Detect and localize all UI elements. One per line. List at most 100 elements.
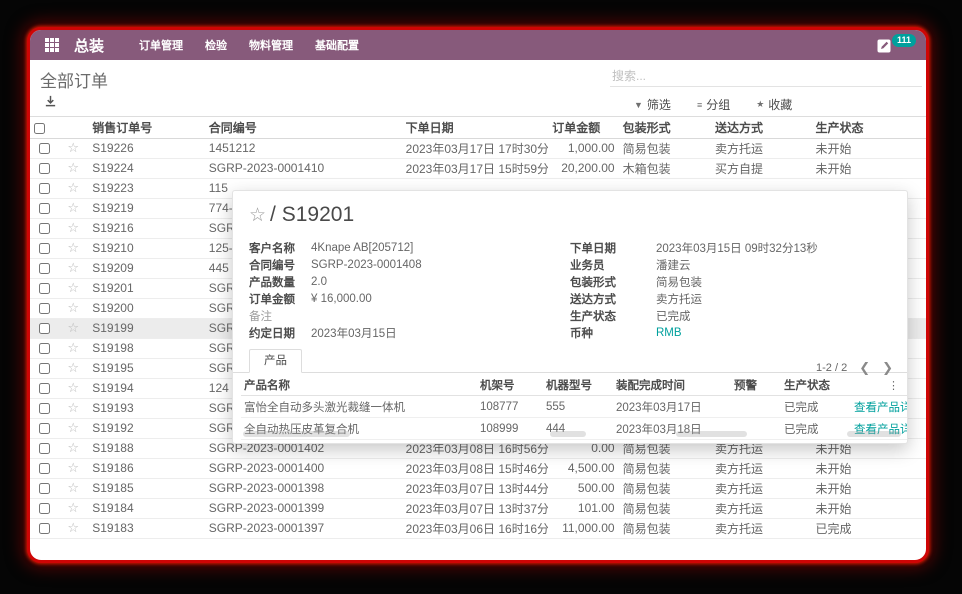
tab-products[interactable]: 产品 <box>249 349 302 373</box>
cell-order-number: S19216 <box>88 218 205 238</box>
cell-delivery: 卖方托运 <box>711 518 811 538</box>
favorite-star-icon[interactable]: ☆ <box>67 440 79 455</box>
favorite-star-icon[interactable]: ☆ <box>67 380 79 395</box>
row-checkbox[interactable] <box>39 323 50 334</box>
row-checkbox[interactable] <box>39 183 50 194</box>
table-row[interactable]: ☆S19183SGRP-2023-00013972023年03月06日 16时1… <box>30 518 926 538</box>
row-checkbox[interactable] <box>39 263 50 274</box>
favorite-star-icon[interactable]: ☆ <box>67 280 79 295</box>
nav-menu-1[interactable]: 检验 <box>196 33 236 57</box>
notification-badge[interactable]: 111 <box>892 34 916 47</box>
favorite-star-icon[interactable]: ☆ <box>67 500 79 515</box>
row-checkbox[interactable] <box>39 443 50 454</box>
group-by-button[interactable]: ≡ 分组 <box>697 96 730 113</box>
cell-packaging: 简易包装 <box>619 458 711 478</box>
nav-menu-3[interactable]: 基础配置 <box>306 33 368 57</box>
cell-rack-number: 108777 <box>477 396 543 418</box>
row-checkbox[interactable] <box>39 163 50 174</box>
view-product-detail-link[interactable]: 查看产品详情 <box>851 396 908 418</box>
favorite-star-icon[interactable]: ☆ <box>67 240 79 255</box>
col-header-status[interactable]: 生产状态 <box>811 117 926 138</box>
popup-field: 备注 <box>249 307 549 324</box>
cell-delivery: 卖方托运 <box>711 138 811 158</box>
favorite-star-icon[interactable]: ☆ <box>67 480 79 495</box>
row-checkbox[interactable] <box>39 143 50 154</box>
table-row[interactable]: ☆S19185SGRP-2023-00013982023年03月07日 13时4… <box>30 478 926 498</box>
row-checkbox[interactable] <box>39 423 50 434</box>
favorite-star-icon[interactable]: ☆ <box>67 220 79 235</box>
popup-field: 产品数量2.0 <box>249 273 549 290</box>
row-checkbox[interactable] <box>39 403 50 414</box>
favorite-star-icon[interactable]: ☆ <box>67 200 79 215</box>
field-value: 潘建云 <box>656 257 691 273</box>
favorite-star-icon[interactable]: ☆ <box>67 340 79 355</box>
search-input[interactable] <box>610 66 922 87</box>
cell-packaging: 简易包装 <box>619 518 711 538</box>
row-checkbox[interactable] <box>39 383 50 394</box>
col-header-amount[interactable]: 订单金额 <box>548 117 618 138</box>
field-value-link[interactable]: RMB <box>656 327 682 339</box>
row-checkbox[interactable] <box>39 463 50 474</box>
row-checkbox[interactable] <box>39 223 50 234</box>
row-star-cell: ☆ <box>58 518 88 538</box>
row-checkbox[interactable] <box>39 283 50 294</box>
favorite-star-icon[interactable]: ☆ <box>67 320 79 335</box>
table-row[interactable]: ☆S19186SGRP-2023-00014002023年03月08日 15时4… <box>30 458 926 478</box>
row-checkbox[interactable] <box>39 363 50 374</box>
row-checkbox[interactable] <box>39 503 50 514</box>
row-checkbox-cell <box>30 298 58 318</box>
favorite-star-icon[interactable]: ☆ <box>67 360 79 375</box>
col-header-warning: 预警 <box>731 375 781 396</box>
field-value: 2023年03月15日 <box>311 325 397 341</box>
table-row[interactable]: ☆S1922614512122023年03月17日 17时30分21秒1,000… <box>30 138 926 158</box>
col-header-contract-number[interactable]: 合同编号 <box>205 117 402 138</box>
row-checkbox[interactable] <box>39 483 50 494</box>
favorite-star-icon[interactable]: ☆ <box>249 204 266 227</box>
nav-menu-0[interactable]: 订单管理 <box>130 33 192 57</box>
row-checkbox[interactable] <box>39 343 50 354</box>
favorite-star-icon[interactable]: ☆ <box>67 300 79 315</box>
apps-grid-icon[interactable] <box>44 37 60 53</box>
favorite-star-icon[interactable]: ☆ <box>67 260 79 275</box>
field-label: 生产状态 <box>570 308 656 324</box>
col-header-order-date[interactable]: 下单日期 <box>402 117 549 138</box>
favorites-button[interactable]: ★ 收藏 <box>756 96 792 113</box>
messages-icon[interactable] <box>877 39 891 53</box>
row-checkbox[interactable] <box>39 303 50 314</box>
favorite-star-icon[interactable]: ☆ <box>67 400 79 415</box>
favorite-star-icon[interactable]: ☆ <box>67 180 79 195</box>
row-star-cell: ☆ <box>58 238 88 258</box>
cell-delivery: 卖方托运 <box>711 478 811 498</box>
col-header-order-number[interactable]: 销售订单号 <box>88 117 205 138</box>
cell-order-date: 2023年03月07日 13时37分31秒 <box>402 498 549 518</box>
app-title[interactable]: 总装 <box>74 35 104 56</box>
favorite-star-icon[interactable]: ☆ <box>67 520 79 535</box>
col-header-packaging[interactable]: 包装形式 <box>619 117 711 138</box>
popup-field: 客户名称4Knape AB[205712] <box>249 239 549 256</box>
filters-button[interactable]: ▼ 筛选 <box>634 96 671 113</box>
table-row[interactable]: ☆S19184SGRP-2023-00013992023年03月07日 13时3… <box>30 498 926 518</box>
row-checkbox[interactable] <box>39 523 50 534</box>
cell-order-number: S19210 <box>88 238 205 258</box>
select-all-checkbox[interactable] <box>34 123 45 134</box>
row-checkbox[interactable] <box>39 243 50 254</box>
nav-menu-2[interactable]: 物料管理 <box>240 33 302 57</box>
col-header-delivery[interactable]: 送达方式 <box>711 117 811 138</box>
row-checkbox[interactable] <box>39 203 50 214</box>
cell-status: 未开始 <box>811 158 926 178</box>
row-checkbox-cell <box>30 278 58 298</box>
field-label: 送达方式 <box>570 291 656 307</box>
cell-delivery: 卖方托运 <box>711 458 811 478</box>
chevron-left-icon[interactable]: ❮ <box>859 360 870 376</box>
table-row[interactable]: ☆S19224SGRP-2023-00014102023年03月17日 15时5… <box>30 158 926 178</box>
favorite-star-icon[interactable]: ☆ <box>67 140 79 155</box>
popup-pager: 1-2 / 2 ❮ ❯ <box>816 360 893 376</box>
favorite-star-icon[interactable]: ☆ <box>67 460 79 475</box>
favorite-star-icon[interactable]: ☆ <box>67 160 79 175</box>
field-value: 4Knape AB[205712] <box>311 242 413 254</box>
export-download-button[interactable] <box>42 93 59 113</box>
field-label: 客户名称 <box>249 240 311 256</box>
favorite-star-icon[interactable]: ☆ <box>67 420 79 435</box>
chevron-right-icon[interactable]: ❯ <box>882 360 893 376</box>
col-header-detail-link <box>851 375 908 396</box>
